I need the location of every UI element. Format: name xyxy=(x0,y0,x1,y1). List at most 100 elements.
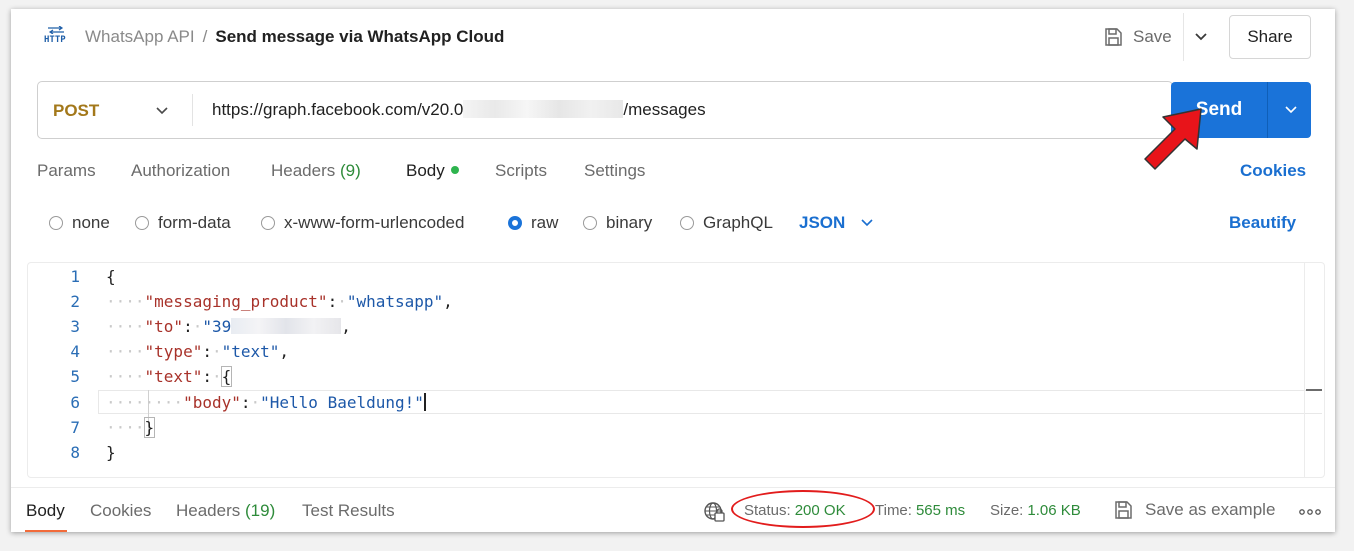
response-tab-cookies[interactable]: Cookies xyxy=(90,501,151,521)
radio-circle xyxy=(135,216,149,230)
json-string: "39 xyxy=(202,317,232,336)
radio-urlencoded[interactable]: x-www-form-urlencoded xyxy=(261,213,464,233)
radio-circle xyxy=(508,216,522,230)
json-string: "text" xyxy=(221,342,280,361)
http-icon: HTTP xyxy=(43,26,69,46)
whitespace-dots: ···· xyxy=(106,367,145,386)
radio-circle xyxy=(583,216,597,230)
method-select[interactable]: POST xyxy=(53,101,99,121)
chevron-down-icon[interactable] xyxy=(1193,29,1209,45)
url-divider xyxy=(192,94,193,126)
request-tabs: Params Authorization Headers (9) Body Sc… xyxy=(11,159,1335,185)
json-comma: , xyxy=(443,292,453,311)
tab-settings[interactable]: Settings xyxy=(584,161,645,181)
code-line-7: ····} xyxy=(106,417,156,438)
radio-label: form-data xyxy=(158,213,231,232)
save-divider xyxy=(1183,13,1184,61)
json-colon: : xyxy=(240,393,251,412)
whitespace-dots: ········ xyxy=(106,393,184,412)
chevron-down-icon[interactable] xyxy=(1283,102,1299,118)
scrollbar-cursor-mark xyxy=(1306,389,1322,391)
code-line-8: } xyxy=(106,443,116,462)
beautify-button[interactable]: Beautify xyxy=(1229,213,1296,233)
send-divider xyxy=(1267,82,1268,138)
tab-headers-count: (9) xyxy=(340,161,361,180)
time-value[interactable]: 565 ms xyxy=(916,502,965,519)
breadcrumb-separator: / xyxy=(202,27,208,46)
json-colon: : xyxy=(202,342,212,361)
json-comma: , xyxy=(279,342,290,361)
request-title[interactable]: Send message via WhatsApp Cloud xyxy=(215,27,504,46)
whitespace-dots: ···· xyxy=(106,342,145,361)
save-as-example-label: Save as example xyxy=(1145,500,1276,519)
radio-raw[interactable]: raw xyxy=(508,213,558,233)
url-bar: POST https://graph.facebook.com/v20.0/me… xyxy=(37,81,1173,139)
radio-label: binary xyxy=(606,213,653,232)
response-tab-test-results[interactable]: Test Results xyxy=(302,501,395,521)
breadcrumb: WhatsApp API / Send message via WhatsApp C… xyxy=(85,27,504,47)
radio-graphql[interactable]: GraphQL xyxy=(680,213,773,233)
share-button[interactable]: Share xyxy=(1229,15,1311,59)
save-as-example-button[interactable]: Save as example xyxy=(1113,500,1275,520)
radio-binary[interactable]: binary xyxy=(583,213,652,233)
more-icon[interactable] xyxy=(1299,508,1321,516)
active-tab-underline xyxy=(25,530,67,532)
url-suffix: /messages xyxy=(623,100,706,119)
globe-icon[interactable] xyxy=(703,501,725,523)
request-header: HTTP WhatsApp API / Send message via Whats… xyxy=(11,9,1335,65)
editor-scrollbar[interactable] xyxy=(1304,263,1305,477)
radio-label: x-www-form-urlencoded xyxy=(284,213,465,232)
response-tab-body[interactable]: Body xyxy=(26,501,65,521)
format-label: JSON xyxy=(799,213,846,232)
tab-scripts[interactable]: Scripts xyxy=(495,161,547,181)
line-number: 2 xyxy=(70,292,80,311)
response-bar: Body Cookies Headers (19) Test Results S… xyxy=(11,487,1335,532)
line-number-gutter: 1 2 3 4 5 6 7 8 xyxy=(28,263,80,477)
tab-headers[interactable]: Headers (9) xyxy=(271,161,361,181)
radio-label: none xyxy=(72,213,110,232)
chevron-down-icon xyxy=(861,219,873,227)
json-string: "Hello Baeldung!" xyxy=(260,393,424,412)
json-brace: } xyxy=(143,417,156,438)
json-comma: , xyxy=(341,317,351,336)
tab-body-label: Body xyxy=(406,161,445,180)
json-colon: : xyxy=(327,292,338,311)
json-brace: } xyxy=(106,443,116,462)
request-panel: HTTP WhatsApp API / Send message via Whats… xyxy=(11,9,1335,532)
size-value[interactable]: 1.06 KB xyxy=(1027,502,1080,519)
tab-authorization[interactable]: Authorization xyxy=(131,161,230,181)
radio-form-data[interactable]: form-data xyxy=(135,213,231,233)
response-size: Size: 1.06 KB xyxy=(990,502,1081,519)
code-editor[interactable]: 1 2 3 4 5 6 7 8 { ····"messaging_product… xyxy=(27,262,1325,478)
json-key: "text" xyxy=(144,367,203,386)
json-brace: { xyxy=(220,366,233,387)
status-highlight-annotation xyxy=(731,490,875,528)
json-colon: : xyxy=(202,367,212,386)
response-tab-headers[interactable]: Headers (19) xyxy=(176,501,275,521)
cookies-link[interactable]: Cookies xyxy=(1240,161,1306,181)
tab-body[interactable]: Body xyxy=(406,161,459,181)
chevron-down-icon[interactable] xyxy=(154,103,170,119)
code-line-6: ········"body":·"Hello Baeldung!" xyxy=(106,393,426,412)
format-select[interactable]: JSON xyxy=(799,213,875,233)
radio-circle xyxy=(261,216,275,230)
text-cursor xyxy=(423,393,426,411)
http-arrows-icon xyxy=(48,26,64,34)
radio-none[interactable]: none xyxy=(49,213,110,233)
breadcrumb-collection[interactable]: WhatsApp API xyxy=(85,27,195,46)
tab-headers-label: Headers xyxy=(271,161,336,180)
tab-params[interactable]: Params xyxy=(37,161,96,181)
code-line-4: ····"type":·"text", xyxy=(106,342,290,361)
save-icon xyxy=(1115,501,1132,519)
response-time: Time: 565 ms xyxy=(875,502,965,519)
redacted-phone-id xyxy=(463,100,624,118)
url-input[interactable]: https://graph.facebook.com/v20.0/message… xyxy=(212,100,706,120)
line-number: 5 xyxy=(70,367,80,386)
radio-label: GraphQL xyxy=(703,213,773,232)
http-icon-label: HTTP xyxy=(44,35,66,45)
whitespace-dots: ···· xyxy=(106,317,145,336)
save-button[interactable]: Save xyxy=(1103,25,1172,49)
redacted-phone-number xyxy=(231,318,342,334)
line-number: 4 xyxy=(70,342,80,361)
json-colon: : xyxy=(183,317,193,336)
